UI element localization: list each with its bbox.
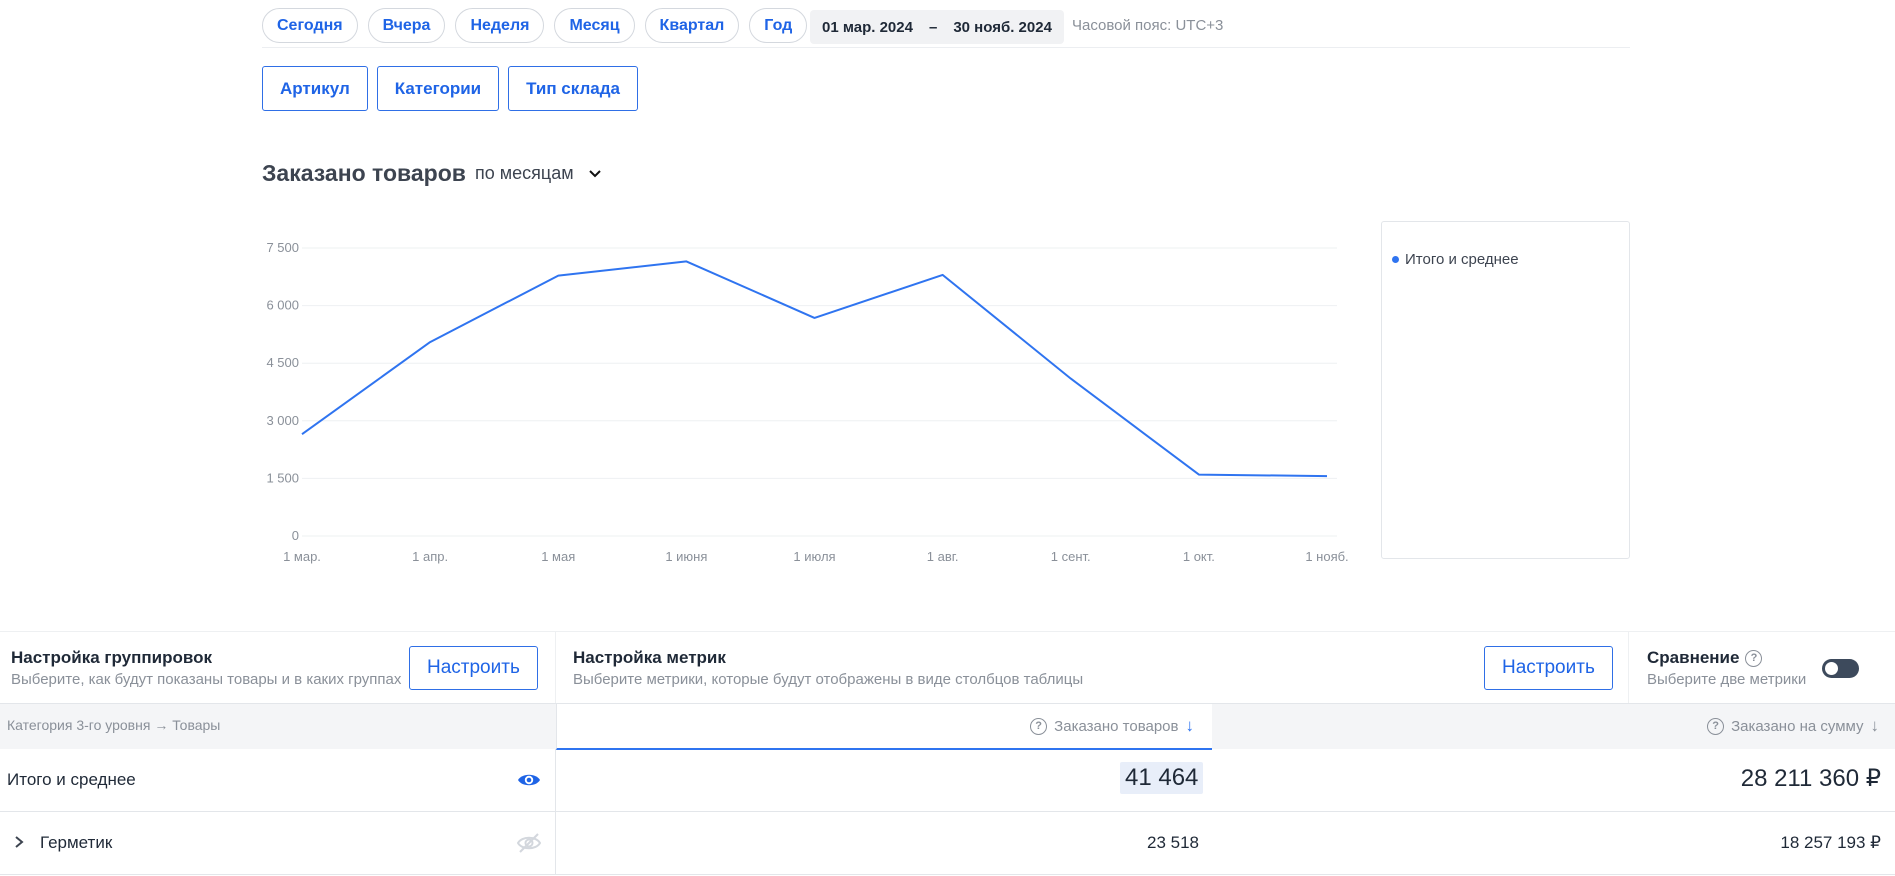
x-tick-label: 1 нояб. <box>1305 549 1348 564</box>
table-row: Итого и среднее 41 464 28 211 360 ₽ <box>0 749 1895 812</box>
column-header-ordered-qty: ? Заказано товаров ↓ <box>556 704 1212 750</box>
metrics-subtitle: Выберите метрики, которые будут отображе… <box>573 671 1084 688</box>
period-chip-year[interactable]: Год <box>749 8 808 43</box>
help-icon[interactable]: ? <box>1745 649 1763 667</box>
period-chips: Сегодня Вчера Неделя Месяц Квартал Год <box>262 8 808 43</box>
x-tick-label: 1 июня <box>665 549 707 564</box>
y-tick-label: 0 <box>292 528 299 543</box>
grouping-title: Настройка группировок <box>11 648 212 667</box>
ordered-qty-value: 23 518 <box>1147 833 1199 852</box>
filter-categories-button[interactable]: Категории <box>376 66 500 111</box>
date-range-picker[interactable]: 01 мар. 2024 – 30 нояб. 2024 <box>810 10 1064 44</box>
y-tick-label: 7 500 <box>266 240 299 255</box>
eye-off-icon[interactable] <box>517 832 541 854</box>
y-tick-label: 6 000 <box>266 298 299 313</box>
grouping-settings: Настройка группировок Выберите, как буду… <box>0 632 555 704</box>
table-header: Категория 3-го уровня → Товары ? Заказан… <box>0 703 1895 750</box>
divider <box>262 47 1630 48</box>
x-tick-label: 1 окт. <box>1183 549 1215 564</box>
x-tick-label: 1 апр. <box>412 549 448 564</box>
series-line <box>301 260 1328 478</box>
legend-item[interactable]: Итого и среднее <box>1392 251 1519 268</box>
x-tick-label: 1 мая <box>541 549 575 564</box>
metrics-title: Настройка метрик <box>573 648 726 667</box>
sort-ordered-sum[interactable]: ? Заказано на сумму ↓ <box>1707 716 1879 736</box>
filter-warehouse-type-button[interactable]: Тип склада <box>508 66 638 111</box>
column-label: Заказано товаров <box>1054 717 1179 735</box>
column-label: Заказано на сумму <box>1731 717 1864 735</box>
x-tick-label: 1 авг. <box>927 549 959 564</box>
date-from: 01 мар. 2024 <box>822 18 913 36</box>
y-tick-label: 4 500 <box>266 355 299 370</box>
y-tick-label: 1 500 <box>266 470 299 485</box>
date-separator: – <box>928 18 938 36</box>
comparison-toggle[interactable] <box>1822 659 1859 678</box>
group-column-header: Категория 3-го уровня → Товары <box>7 717 221 733</box>
filter-buttons: Артикул Категории Тип склада <box>262 66 638 111</box>
grouping-subtitle: Выберите, как будут показаны товары и в … <box>11 671 402 688</box>
period-chip-week[interactable]: Неделя <box>455 8 545 43</box>
period-select[interactable]: по месяцам <box>475 163 602 184</box>
chevron-right-icon[interactable] <box>13 834 25 850</box>
period-chip-month[interactable]: Месяц <box>554 8 635 43</box>
timezone-label: Часовой пояс: UTC+3 <box>1072 17 1224 34</box>
row-label: Герметик <box>40 833 113 852</box>
sort-ordered-qty[interactable]: ? Заказано товаров ↓ <box>1030 716 1194 736</box>
ordered-sum-total: 28 211 360 ₽ <box>1740 765 1881 792</box>
row-label: Итого и среднее <box>7 770 136 789</box>
filter-article-button[interactable]: Артикул <box>262 66 368 111</box>
sort-arrow-down-icon: ↓ <box>1185 716 1195 735</box>
chevron-down-icon <box>588 169 601 177</box>
settings-bar: Настройка группировок Выберите, как буду… <box>0 631 1895 704</box>
ordered-sum-value: 18 257 193 ₽ <box>1780 833 1881 852</box>
legend-label: Итого и среднее <box>1405 251 1519 268</box>
x-tick-label: 1 мар. <box>283 549 321 564</box>
legend-marker <box>1392 256 1399 263</box>
metrics-configure-button[interactable]: Настроить <box>1484 646 1613 690</box>
comparison-title: Сравнение <box>1647 648 1740 667</box>
y-tick-label: 3 000 <box>266 413 299 428</box>
sort-arrow-down-icon: ↓ <box>1870 716 1880 735</box>
divider <box>555 812 556 875</box>
help-icon[interactable]: ? <box>1030 717 1048 735</box>
metrics-settings: Настройка метрик Выберите метрики, котор… <box>556 632 1628 704</box>
chart-title: Заказано товаров <box>262 160 466 186</box>
comparison-subtitle: Выберите две метрики <box>1647 671 1807 688</box>
grouping-configure-button[interactable]: Настроить <box>409 646 538 690</box>
period-select-value: по месяцам <box>475 163 574 183</box>
eye-icon[interactable] <box>517 769 541 791</box>
help-icon[interactable]: ? <box>1707 717 1725 735</box>
period-chip-quarter[interactable]: Квартал <box>644 8 740 43</box>
ordered-qty-total: 41 464 <box>1120 762 1204 794</box>
x-tick-label: 1 сент. <box>1051 549 1091 564</box>
comparison-title-row: Сравнение ? <box>1647 648 1763 668</box>
table-row: Герметик 23 518 18 257 193 ₽ <box>0 812 1895 875</box>
x-tick-label: 1 июля <box>793 549 835 564</box>
divider <box>555 749 556 812</box>
period-chip-today[interactable]: Сегодня <box>262 8 358 43</box>
chart-legend: Итого и среднее <box>1381 221 1630 559</box>
line-chart: 0 1 500 3 000 4 500 6 000 7 500 1 мар. 1 апр. 1 … <box>266 240 1348 564</box>
period-chip-yesterday[interactable]: Вчера <box>367 8 446 43</box>
date-to: 30 нояб. 2024 <box>953 18 1052 36</box>
